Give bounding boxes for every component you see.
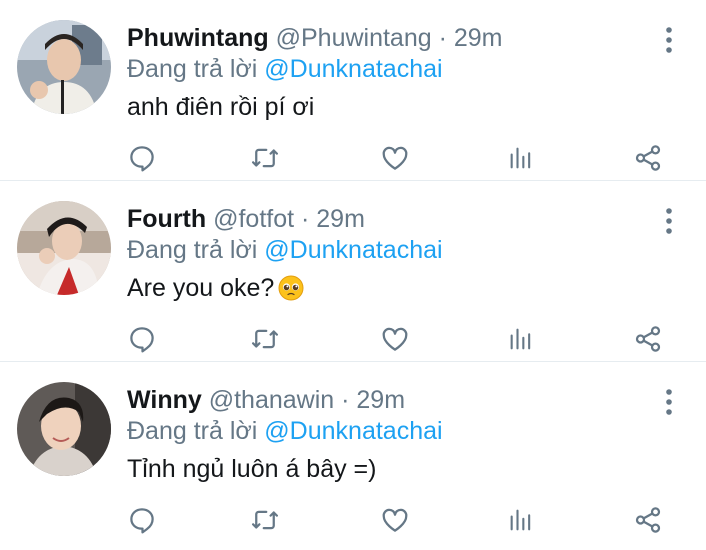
reply-button[interactable] [122, 138, 162, 178]
tweet-item[interactable]: Phuwintang @Phuwintang · 29m Đang trả lờ… [0, 0, 706, 181]
reply-prefix: Đang trả lời [127, 55, 258, 83]
reply-context: Đang trả lời @Dunknatachai [127, 53, 443, 85]
share-button[interactable] [628, 138, 668, 178]
stats-icon [510, 328, 531, 350]
more-vertical-icon[interactable] [662, 207, 676, 235]
tweet-actions [127, 319, 672, 359]
stats-button[interactable] [501, 319, 541, 359]
share-icon [635, 507, 661, 533]
retweet-button[interactable] [245, 319, 285, 359]
share-icon [635, 145, 661, 171]
tweet-header: Winny @thanawin · 29m [127, 384, 405, 416]
tweet-text-body: Are you oke? [127, 274, 275, 302]
stats-button[interactable] [501, 500, 541, 540]
display-name[interactable]: Winny [127, 386, 202, 414]
stats-button[interactable] [501, 138, 541, 178]
tweet-item[interactable]: Winny @thanawin · 29m Đang trả lời @Dunk… [0, 362, 706, 543]
more-vertical-icon[interactable] [662, 388, 676, 416]
retweet-icon [252, 329, 278, 349]
tweet-header: Fourth @fotfot · 29m [127, 203, 365, 235]
avatar[interactable] [17, 20, 111, 114]
pleading-face-icon [278, 275, 304, 301]
stats-icon [510, 147, 531, 169]
like-button[interactable] [375, 138, 415, 178]
reply-icon [130, 327, 154, 353]
heart-icon [382, 146, 408, 170]
reply-prefix: Đang trả lời [127, 417, 258, 445]
reply-context: Đang trả lời @Dunknatachai [127, 234, 443, 266]
share-icon [635, 326, 661, 352]
handle-and-time: @Phuwintang · 29m [275, 24, 503, 52]
heart-icon [382, 508, 408, 532]
more-vertical-icon[interactable] [662, 26, 676, 54]
retweet-button[interactable] [245, 138, 285, 178]
tweet-text: Tỉnh ngủ luôn á bây =) [127, 455, 377, 483]
mention-link[interactable]: @Dunknatachai [264, 417, 442, 445]
retweet-icon [252, 510, 278, 530]
share-button[interactable] [628, 500, 668, 540]
retweet-button[interactable] [245, 500, 285, 540]
reply-button[interactable] [122, 500, 162, 540]
reply-button[interactable] [122, 319, 162, 359]
handle-and-time: @fotfot · 29m [213, 205, 365, 233]
tweet-text: anh điên rồi pí ơi [127, 93, 315, 121]
like-button[interactable] [375, 500, 415, 540]
reply-icon [130, 508, 154, 534]
stats-icon [510, 509, 531, 531]
handle-and-time: @thanawin · 29m [208, 386, 406, 414]
tweet-actions [127, 138, 672, 178]
tweet-header: Phuwintang @Phuwintang · 29m [127, 22, 503, 54]
avatar[interactable] [17, 382, 111, 476]
mention-link[interactable]: @Dunknatachai [264, 236, 442, 264]
tweet-text: Are you oke? [127, 272, 304, 304]
retweet-icon [252, 148, 278, 168]
display-name[interactable]: Phuwintang [127, 24, 269, 52]
reply-context: Đang trả lời @Dunknatachai [127, 415, 443, 447]
mention-link[interactable]: @Dunknatachai [264, 55, 442, 83]
tweet-item[interactable]: Fourth @fotfot · 29m Đang trả lời @Dunkn… [0, 181, 706, 362]
like-button[interactable] [375, 319, 415, 359]
share-button[interactable] [628, 319, 668, 359]
heart-icon [382, 327, 408, 351]
reply-icon [130, 146, 154, 172]
tweet-actions [127, 500, 672, 540]
reply-prefix: Đang trả lời [127, 236, 258, 264]
avatar[interactable] [17, 201, 111, 295]
display-name[interactable]: Fourth [127, 205, 206, 233]
